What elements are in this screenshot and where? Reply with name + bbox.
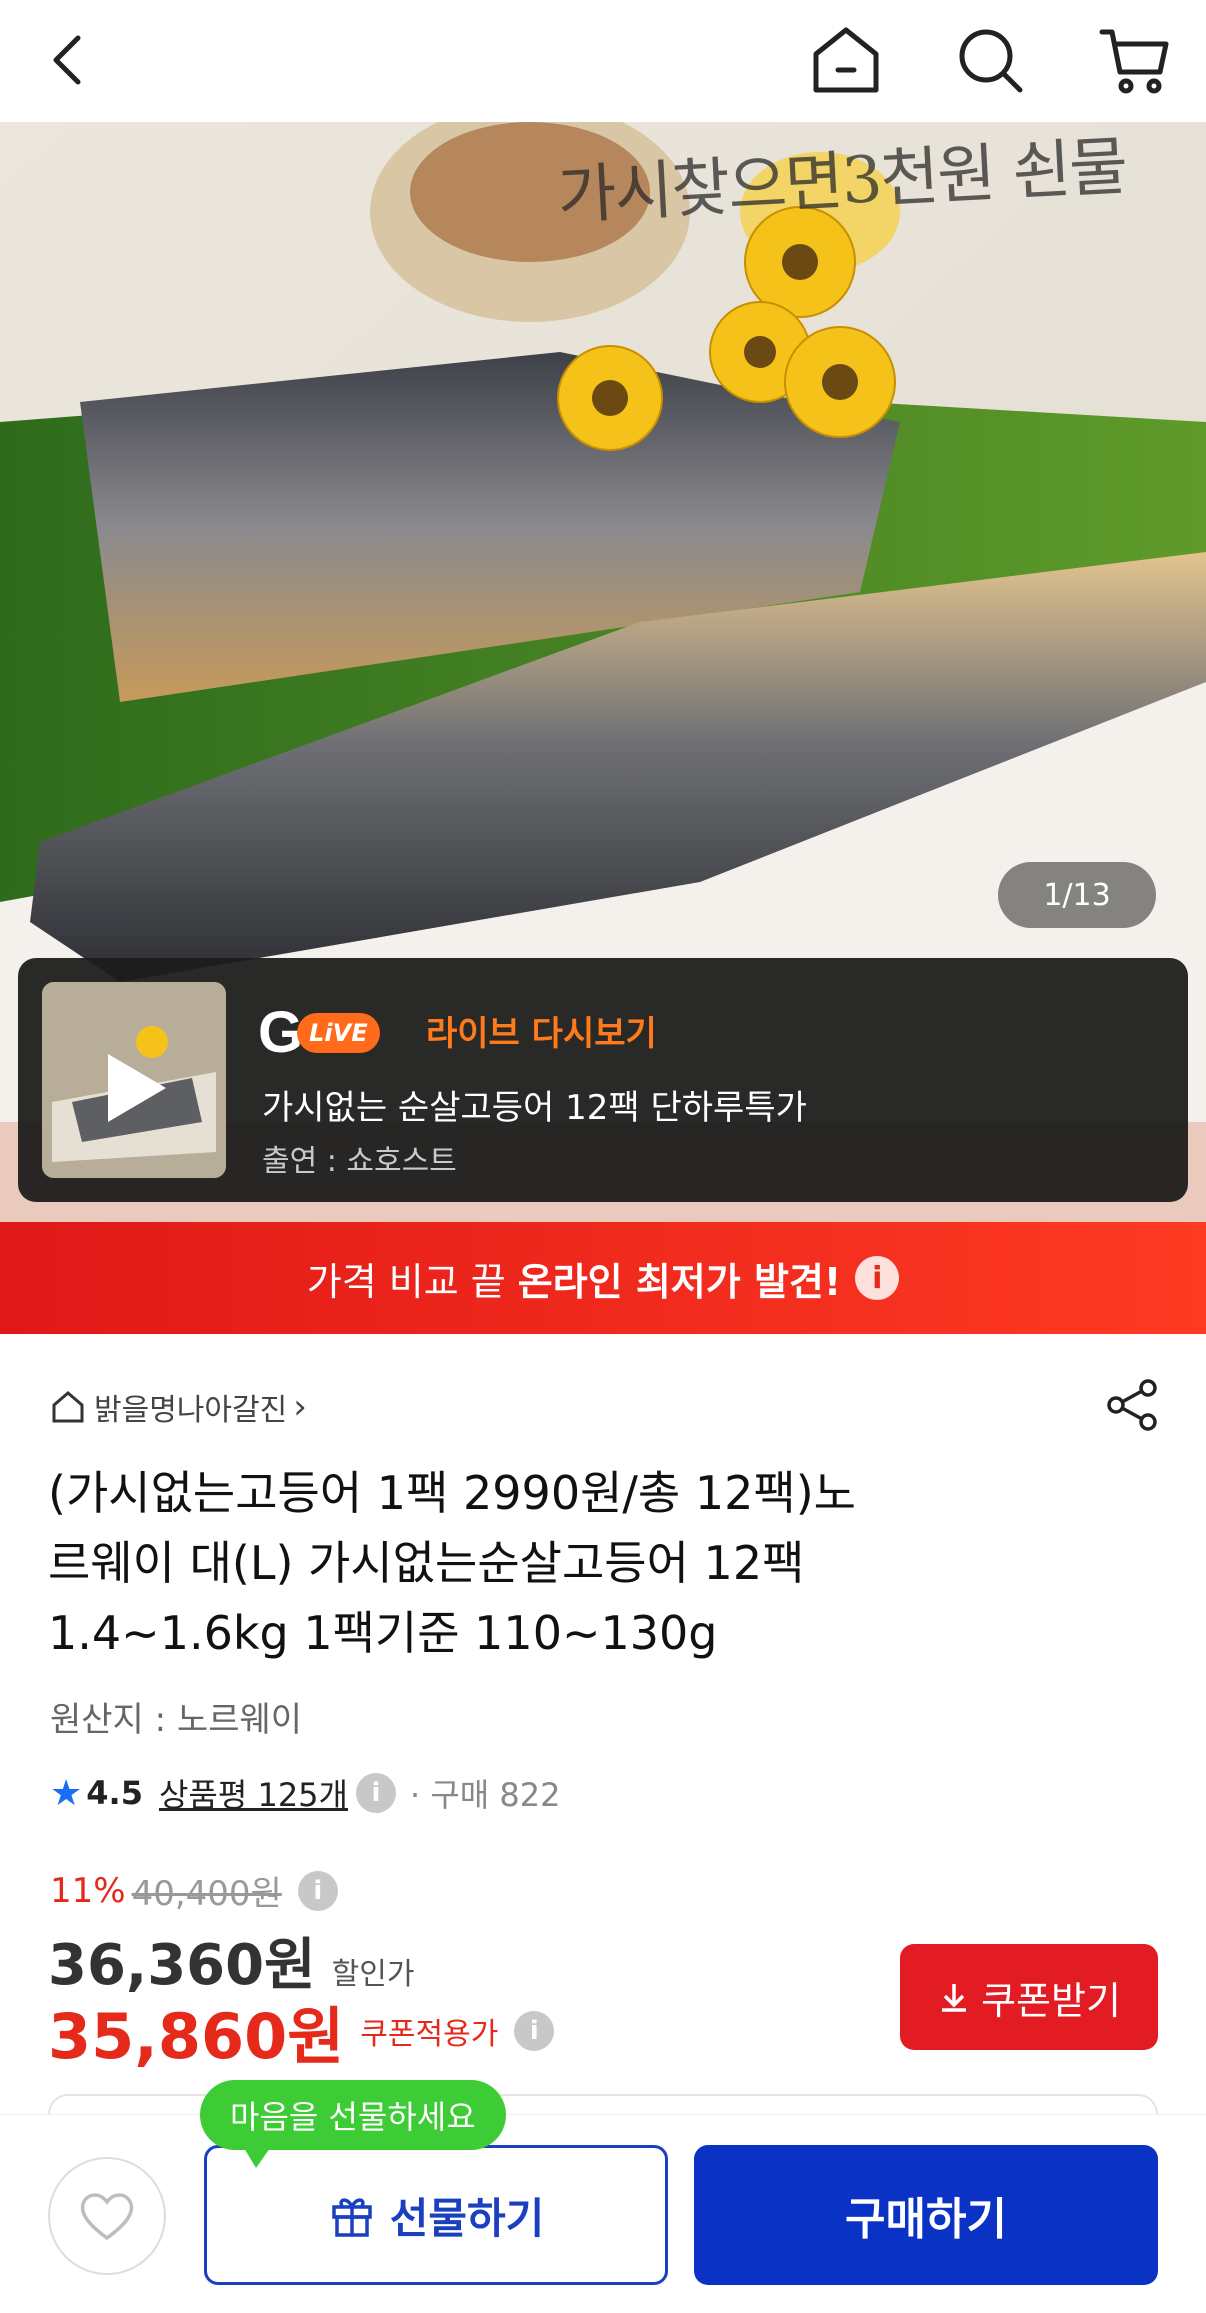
coupon-price-label: 쿠폰적용가 xyxy=(360,2017,499,2052)
review-link[interactable]: 상품평 125개 xyxy=(159,1770,348,1816)
lowest-price-banner[interactable]: 가격 비교 끝 온라인 최저가 발견! i xyxy=(0,1222,1206,1334)
rating-row: ★ 4.5 상품평 125개 i · 구매 822 xyxy=(50,1770,560,1816)
live-title: 가시없는 순살고등어 12팩 단하루특가 xyxy=(262,1088,807,1128)
coupon-price-row: 35,860원 쿠폰적용가 i xyxy=(48,1986,555,2076)
image-counter: 1/13 xyxy=(998,862,1156,928)
live-host: 출연 : 쇼호스트 xyxy=(262,1144,457,1179)
gift-tooltip: 마음을 선물하세요 xyxy=(200,2080,506,2168)
product-image-carousel[interactable]: 가시찾으면3천원 쇤물 1/13 G LiVE 라이브 다시보기 가시없는 순살… xyxy=(0,122,1206,1222)
coupon-button-label: 쿠폰받기 xyxy=(981,1978,1121,2023)
gift-button[interactable]: 선물하기 xyxy=(204,2145,668,2285)
heart-icon xyxy=(80,2193,134,2241)
coupon-download-button[interactable]: 쿠폰받기 xyxy=(900,1944,1158,2050)
play-icon xyxy=(108,1054,166,1122)
star-icon: ★ xyxy=(50,1772,83,1814)
gift-button-label: 선물하기 xyxy=(389,2193,545,2243)
original-price: 40,400원 xyxy=(131,1874,282,1914)
promo-highlight: 온라인 최저가 발견! xyxy=(517,1259,842,1304)
store-home-icon xyxy=(52,1391,84,1423)
live-badge: LiVE xyxy=(297,1013,380,1053)
coupon-price: 35,860원 xyxy=(48,2000,345,2073)
info-icon[interactable]: i xyxy=(297,1870,338,1911)
info-icon[interactable]: i xyxy=(355,1773,396,1813)
product-title-line: 르웨이 대(L) 가시없는순살고등어 12팩 xyxy=(48,1536,805,1590)
gift-icon xyxy=(331,2198,372,2237)
live-thumbnail[interactable] xyxy=(42,982,226,1178)
top-nav xyxy=(0,0,1206,122)
live-replay-label: 라이브 다시보기 xyxy=(426,1014,657,1054)
search-icon xyxy=(959,29,1023,93)
info-icon[interactable]: i xyxy=(855,1256,900,1300)
cart-icon xyxy=(1099,29,1169,94)
info-icon[interactable]: i xyxy=(514,2011,555,2051)
discount-row: 11% 40,400원 i xyxy=(50,1866,338,1915)
rating-score: 4.5 xyxy=(86,1774,143,1812)
glive-logo: G LiVE xyxy=(258,1002,380,1064)
purchase-count: · 구매 822 xyxy=(409,1776,561,1814)
seller-link[interactable]: 밝을명나아갈진 › xyxy=(50,1385,307,1429)
discount-rate: 11% xyxy=(50,1870,126,1911)
cart-button[interactable] xyxy=(1088,14,1180,106)
chevron-left-icon xyxy=(53,35,81,85)
back-button[interactable] xyxy=(24,14,116,106)
wishlist-button[interactable] xyxy=(48,2157,166,2275)
download-icon xyxy=(942,1984,967,2012)
home-icon xyxy=(813,27,879,93)
product-title: (가시없는고등어 1팩 2990원/총 12팩)노 르웨이 대(L) 가시없는순… xyxy=(48,1458,1158,1668)
search-button[interactable] xyxy=(944,14,1036,106)
buy-button[interactable]: 구매하기 xyxy=(694,2145,1158,2285)
chevron-right-icon: › xyxy=(293,1387,307,1427)
promo-text: 가격 비교 끝 xyxy=(306,1259,506,1304)
bottom-action-bar: 선물하기 구매하기 xyxy=(0,2114,1206,2313)
share-icon xyxy=(1107,1379,1157,1431)
share-button[interactable] xyxy=(1098,1370,1168,1440)
origin-info: 원산지 : 노르웨이 xyxy=(50,1700,303,1740)
product-title-line: (가시없는고등어 1팩 2990원/총 12팩)노 xyxy=(48,1466,856,1520)
live-replay-card[interactable]: G LiVE 라이브 다시보기 가시없는 순살고등어 12팩 단하루특가 출연 … xyxy=(18,958,1188,1202)
product-title-line: 1.4~1.6kg 1팩기준 110~130g xyxy=(48,1606,718,1660)
home-button[interactable] xyxy=(800,14,892,106)
seller-name: 밝을명나아갈진 xyxy=(94,1393,288,1428)
